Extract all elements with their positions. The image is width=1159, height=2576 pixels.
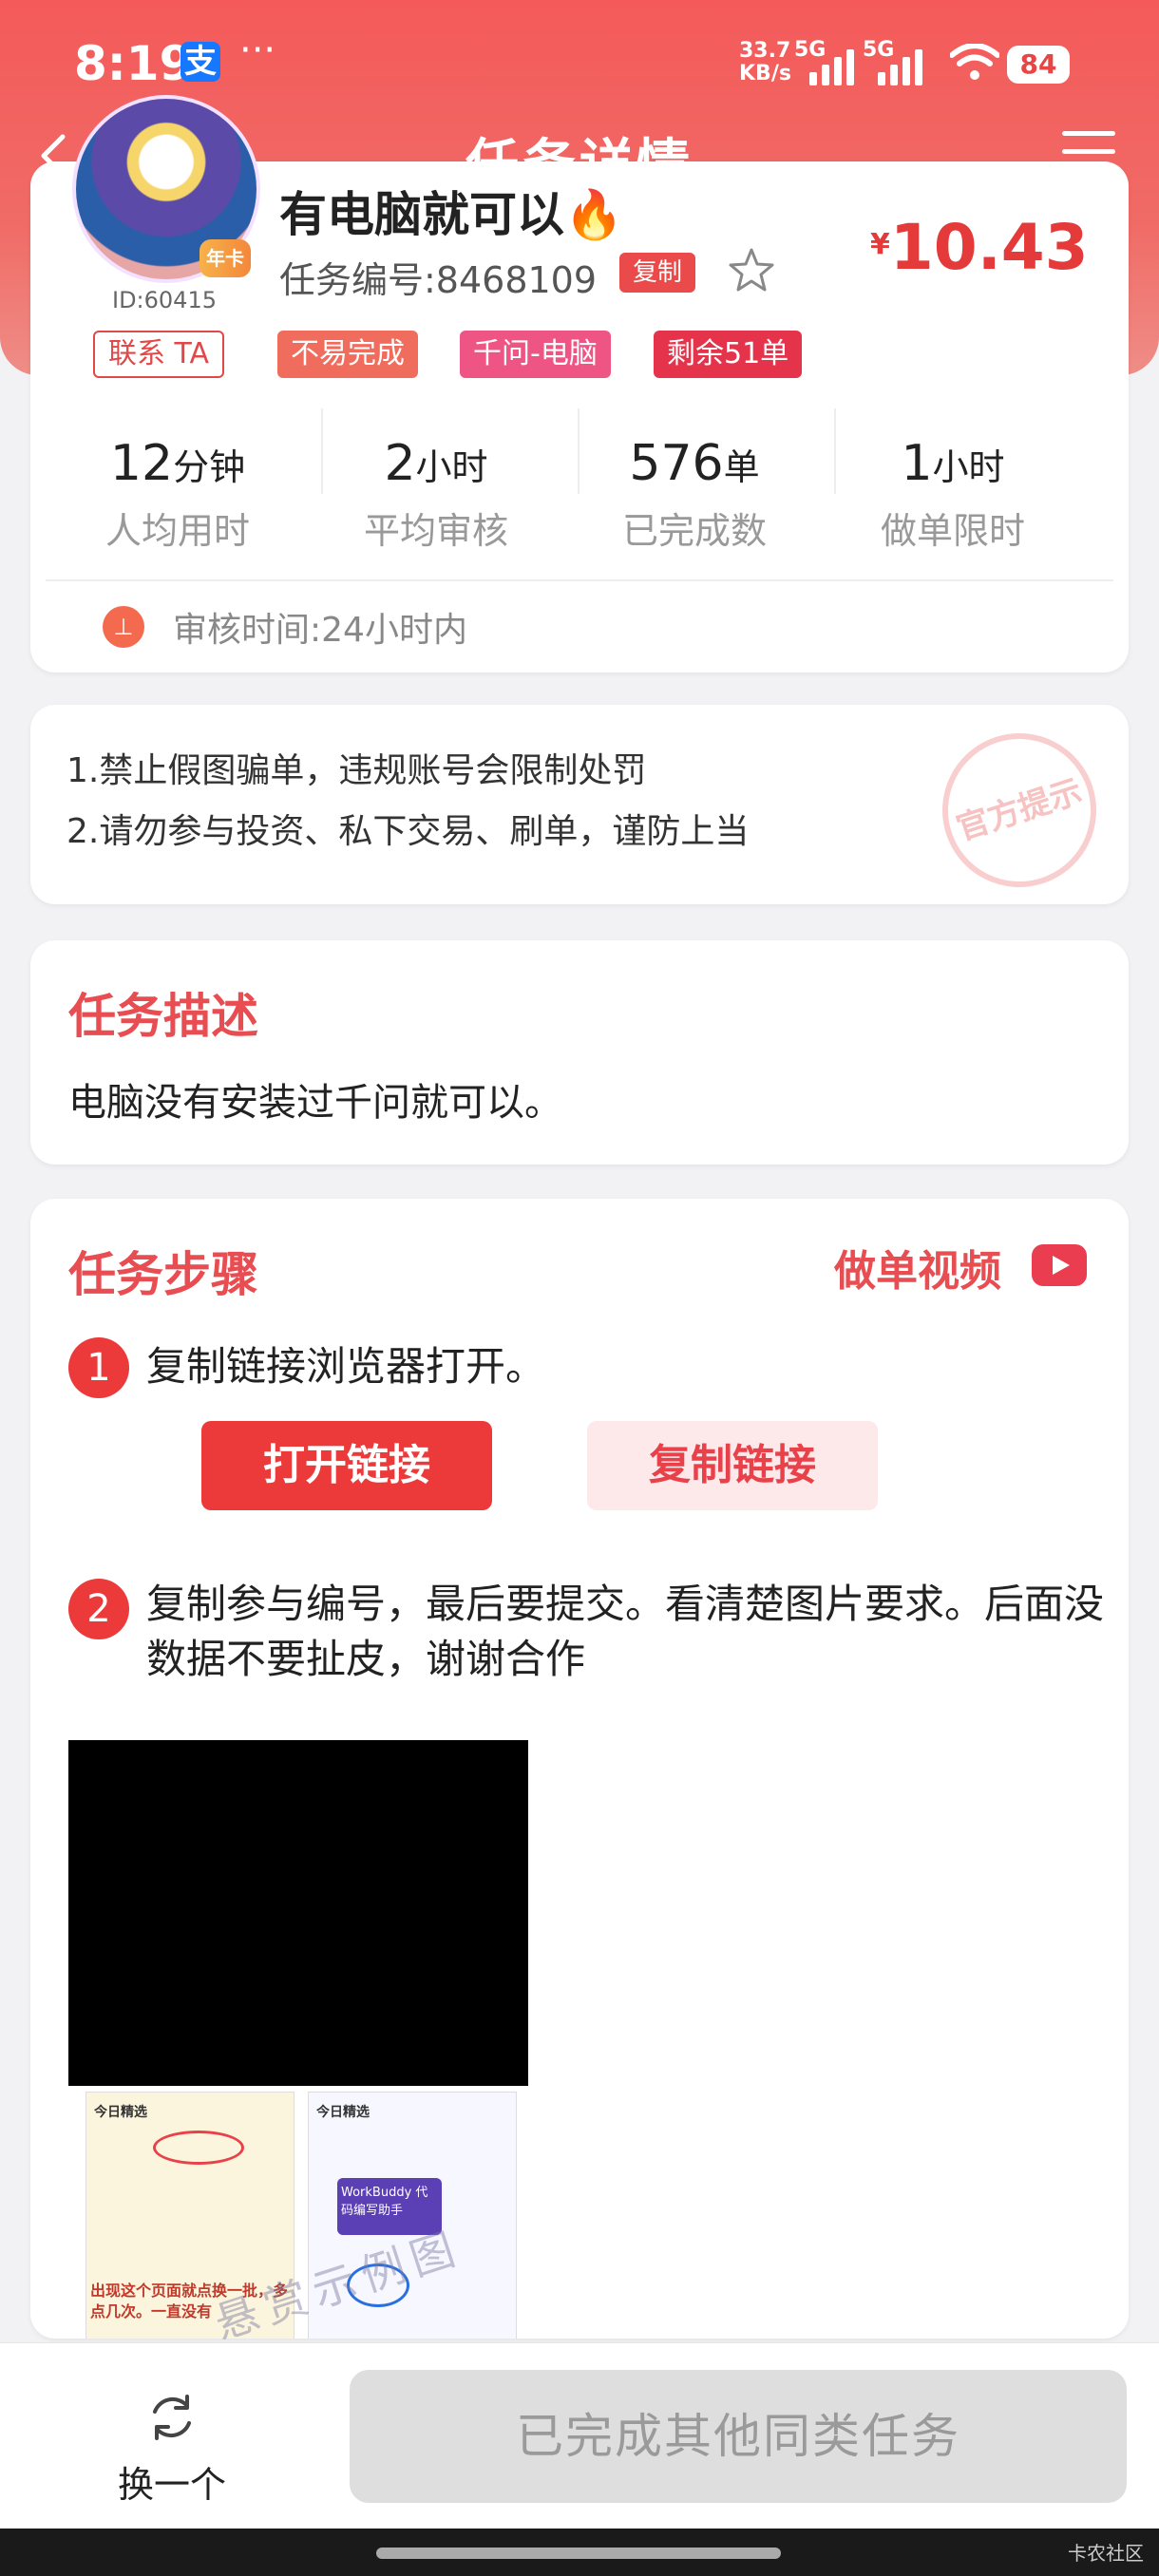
system-navigation-bar: 卡农社区 [0, 2529, 1159, 2576]
stat-avg-time: 12分钟 人均用时 [49, 435, 306, 554]
task-number: 任务编号:8468109 [279, 259, 598, 301]
task-title: 有电脑就可以🔥 [279, 187, 624, 242]
thumbnail-title: 今日精选 [316, 2105, 370, 2120]
step-text: 复制链接浏览器打开。 [146, 1343, 546, 1390]
contact-button[interactable]: 联系 TA [93, 331, 225, 378]
switch-task-button[interactable]: 换一个 [91, 2387, 253, 2508]
stat-value: 1 [901, 435, 933, 492]
user-id: ID:60415 [112, 287, 217, 313]
copy-link-button[interactable]: 复制链接 [587, 1421, 878, 1510]
alipay-icon: 支 [180, 42, 220, 82]
divider [46, 579, 1113, 581]
home-indicator[interactable] [376, 2548, 781, 2559]
stat-label: 人均用时 [104, 510, 250, 552]
switch-task-label: 换一个 [117, 2464, 226, 2506]
network-speed-value: 33.7 [739, 39, 791, 63]
signal-icon [809, 42, 854, 85]
stat-unit: 分钟 [173, 446, 246, 488]
vip-badge: 年卡 [200, 239, 251, 277]
official-notice-stamp: 官方提示 [922, 712, 1117, 908]
completed-similar-task-button[interactable]: 已完成其他同类任务 [350, 2370, 1127, 2503]
stat-unit: 单 [723, 446, 760, 488]
review-stamp-icon: ⊥ [103, 606, 144, 648]
stat-value: 12 [109, 435, 174, 492]
annotation-circle [153, 2131, 244, 2165]
stat-value: 2 [384, 435, 416, 492]
signal-icon-2 [878, 42, 922, 85]
stat-value: 576 [629, 435, 724, 492]
video-icon[interactable] [1032, 1244, 1087, 1286]
video-tutorial-link[interactable]: 做单视频 [834, 1237, 1001, 1297]
description-text: 电脑没有安装过千问就可以。 [68, 1081, 562, 1125]
stat-time-limit: 1小时 做单限时 [825, 435, 1081, 554]
task-price: ¥10.43 [870, 211, 1089, 284]
stat-unit: 小时 [932, 446, 1005, 488]
description-card: 任务描述 电脑没有安装过千问就可以。 [30, 940, 1129, 1165]
stat-label: 已完成数 [621, 510, 767, 552]
battery-indicator: 84 [1007, 46, 1070, 84]
wifi-icon [950, 44, 999, 80]
price-currency: ¥ [870, 228, 890, 261]
source-watermark: 卡农社区 [1068, 2542, 1144, 2565]
tag-difficulty: 不易完成 [277, 331, 418, 378]
step-number: 2 [68, 1579, 129, 1639]
network-speed-unit: KB/s [739, 62, 791, 85]
stat-label: 平均审核 [363, 510, 508, 552]
more-notifications-icon: ··· [239, 28, 276, 72]
network-speed: 33.7 KB/s [739, 40, 791, 85]
example-image-black-area [68, 1740, 528, 2086]
tag-remaining: 剩余51单 [654, 331, 803, 378]
notice-card: 1.禁止假图骗单，违规账号会限制处罚 2.请勿参与投资、私下交易、刷单，谨防上当… [30, 705, 1129, 908]
stat-completed: 576单 已完成数 [566, 435, 823, 554]
price-value: 10.43 [889, 211, 1089, 284]
description-title: 任务描述 [68, 989, 258, 1044]
review-time: 审核时间:24小时内 [173, 611, 467, 650]
refresh-icon [153, 2395, 191, 2440]
clock: 8:19 [74, 36, 193, 91]
steps-title: 任务步骤 [68, 1247, 258, 1302]
step-text: 复制参与编号，最后要提交。看清楚图片要求。后面没数据不要扯皮，谢谢合作 [146, 1581, 1105, 1682]
open-link-button[interactable]: 打开链接 [201, 1421, 492, 1510]
favorite-star-icon[interactable] [726, 245, 777, 296]
notice-line: 1.禁止假图骗单，违规账号会限制处罚 [66, 751, 647, 790]
copy-number-button[interactable]: 复制 [619, 253, 696, 293]
notice-line: 2.请勿参与投资、私下交易、刷单，谨防上当 [66, 812, 750, 851]
stat-unit: 小时 [415, 446, 488, 488]
stat-avg-review: 2小时 平均审核 [308, 435, 564, 554]
thumbnail-title: 今日精选 [94, 2105, 147, 2120]
tag-category: 千问-电脑 [460, 331, 611, 378]
step-number: 1 [68, 1337, 129, 1398]
stat-label: 做单限时 [880, 510, 1025, 552]
steps-card: 任务步骤 做单视频 1 复制链接浏览器打开。 打开链接 复制链接 2 复制参与编… [30, 1199, 1129, 2339]
bottom-action-bar: 换一个 已完成其他同类任务 [0, 2342, 1159, 2529]
